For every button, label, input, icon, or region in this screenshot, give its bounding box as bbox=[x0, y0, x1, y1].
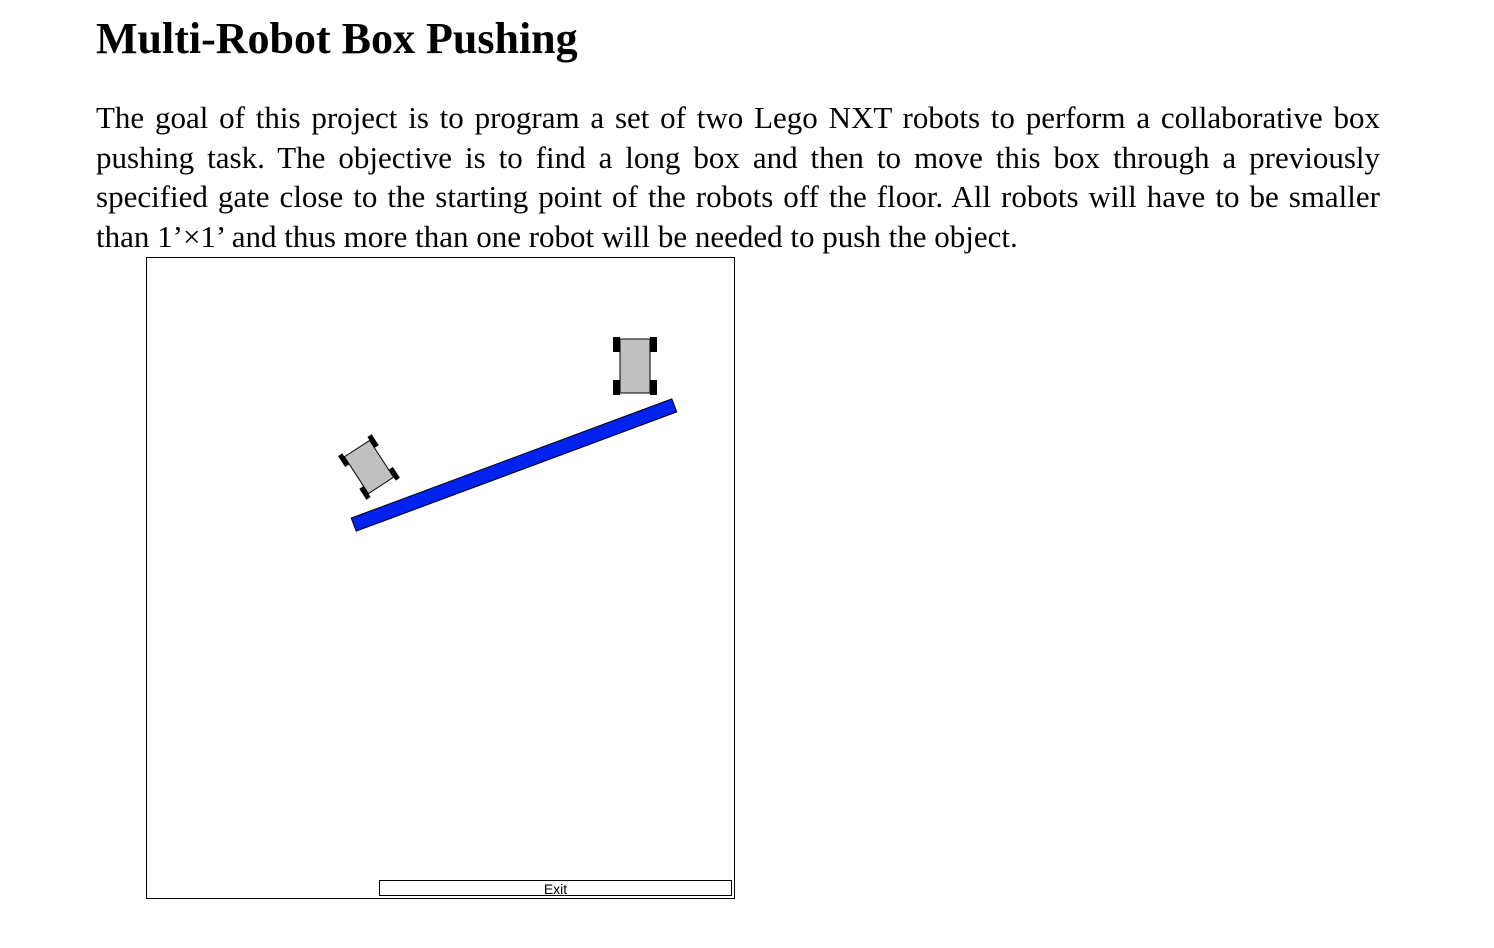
exit-button[interactable]: Exit bbox=[379, 880, 732, 897]
robot-1 bbox=[338, 434, 400, 500]
project-description: The goal of this project is to program a… bbox=[96, 100, 1380, 254]
page-title: Multi-Robot Box Pushing bbox=[96, 14, 578, 63]
simulation-arena bbox=[338, 337, 678, 532]
robot-2 bbox=[613, 337, 657, 395]
simulation-panel: Exit bbox=[146, 257, 735, 899]
long-box bbox=[350, 398, 678, 532]
